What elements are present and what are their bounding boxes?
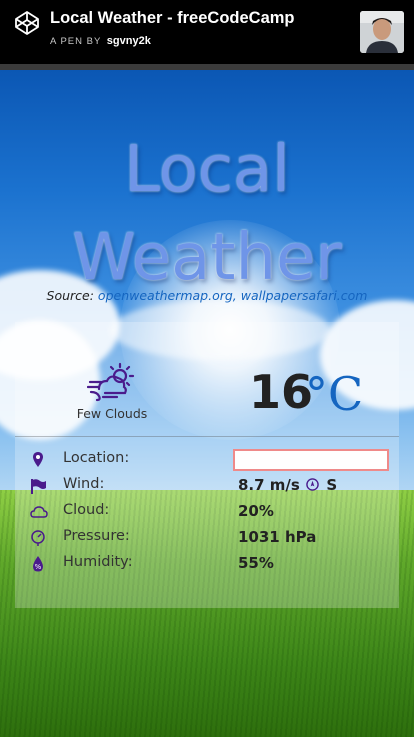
author-link[interactable]: sgvny2k <box>107 35 151 47</box>
condition-label: Few Clouds <box>76 406 148 421</box>
page-title: Local Weather <box>0 126 414 302</box>
temperature-unit-toggle[interactable]: °C <box>305 366 363 422</box>
source-links[interactable]: openweathermap.org, wallpapersafari.com <box>98 288 368 303</box>
codepen-header: Local Weather - freeCodeCamp A PEN BY sg… <box>0 0 414 64</box>
detail-row-pressure: Pressure: 1031 hPa <box>0 526 414 550</box>
map-marker-icon <box>33 452 43 467</box>
detail-row-wind: Wind: 8.7 m/s S <box>0 474 414 498</box>
source-prefix: Source: <box>46 288 94 303</box>
humidity-label: Humidity: <box>63 554 133 570</box>
pen-byline: A PEN BY sgvny2k <box>50 35 151 47</box>
pen-title[interactable]: Local Weather - freeCodeCamp <box>50 9 295 28</box>
cloud-value: 20% <box>238 502 274 520</box>
wind-direction: S <box>326 476 338 494</box>
temperature-value: 16 <box>249 365 314 419</box>
source-credit: Source: openweathermap.org, wallpapersaf… <box>0 288 414 303</box>
cloud-label: Cloud: <box>63 502 110 518</box>
barometer-icon <box>31 530 45 546</box>
wind-direction-icon <box>306 478 319 491</box>
wind-speed: 8.7 m/s <box>238 476 300 494</box>
cloud-icon <box>30 506 48 518</box>
pressure-label: Pressure: <box>63 528 130 544</box>
wind-label: Wind: <box>63 476 105 492</box>
svg-text:%: % <box>35 563 42 571</box>
location-label: Location: <box>63 450 130 466</box>
flag-icon <box>31 479 46 494</box>
panel-divider <box>15 436 399 437</box>
location-field[interactable] <box>233 449 389 471</box>
wind-value-wrap: 8.7 m/s S <box>238 476 337 494</box>
pressure-value: 1031 hPa <box>238 528 317 546</box>
codepen-icon[interactable] <box>14 10 40 36</box>
humidity-value: 55% <box>238 554 274 572</box>
humidity-drop-icon: % <box>33 556 43 572</box>
title-line-1: Local <box>124 133 290 207</box>
detail-row-humidity: % Humidity: 55% <box>0 552 414 576</box>
user-avatar[interactable] <box>360 11 404 53</box>
detail-row-cloud: Cloud: 20% <box>0 500 414 524</box>
avatar-icon <box>360 11 404 53</box>
cloud-sun-wind-icon <box>87 362 135 402</box>
byline-prefix: A PEN BY <box>50 36 102 47</box>
